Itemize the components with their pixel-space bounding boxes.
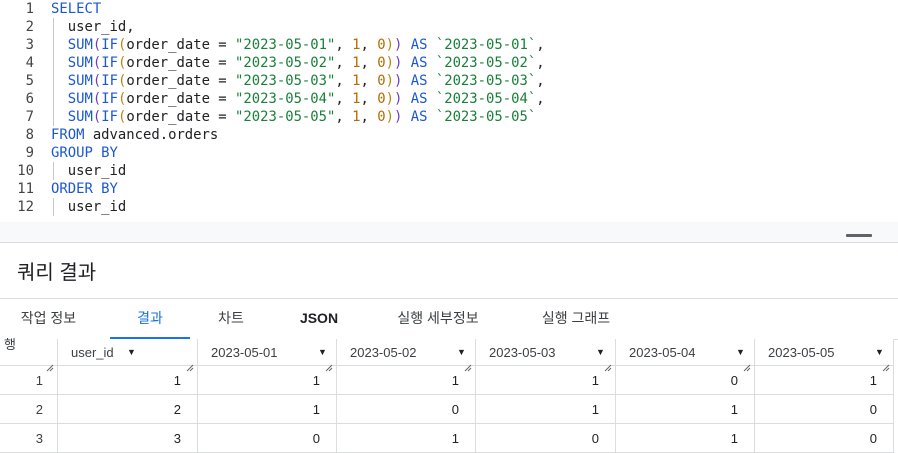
code-text: user_id, xyxy=(51,19,135,35)
row-number: 1 xyxy=(0,366,58,395)
line-number: 10 xyxy=(17,163,34,179)
table-cell[interactable]: 1 xyxy=(616,424,755,453)
code-text: user_id xyxy=(51,199,127,215)
column-header-label: 2023-05-03 xyxy=(489,345,556,360)
column-header[interactable]: 2023-05-04 ▼ xyxy=(616,339,755,372)
code-line[interactable]: 4 SUM(IF(order_date = "2023-05-02", 1, 0… xyxy=(0,54,898,72)
column-header-label: 2023-05-04 xyxy=(629,345,696,360)
code-text: SUM(IF(order_date = "2023-05-04", 1, 0))… xyxy=(67,91,545,107)
code-line[interactable]: 5 SUM(IF(order_date = "2023-05-03", 1, 0… xyxy=(0,72,898,90)
line-number: 7 xyxy=(25,109,34,125)
tab-execution-details[interactable]: 실행 세부정보 xyxy=(378,299,498,339)
table-row[interactable]: 2210110 xyxy=(0,395,898,424)
code-text: SUM(IF(order_date = "2023-05-03", 1, 0))… xyxy=(67,73,545,89)
column-header-label: 2023-05-02 xyxy=(350,345,417,360)
line-number: 6 xyxy=(25,91,34,107)
tab-label: 실행 세부정보 xyxy=(397,310,479,326)
line-number: 5 xyxy=(25,73,34,89)
tab-label: 작업 정보 xyxy=(20,310,77,326)
code-text: GROUP BY xyxy=(51,145,118,161)
code-line[interactable]: 2 user_id, xyxy=(0,18,898,36)
results-tabs: 작업 정보 결과 차트 JSON 실행 세부정보 실행 그래프 xyxy=(0,298,898,340)
column-header-label: 행 xyxy=(4,337,16,352)
code-line[interactable]: 9 GROUP BY xyxy=(0,144,898,162)
code-line[interactable]: 11 ORDER BY xyxy=(0,180,898,198)
code-line[interactable]: 7 SUM(IF(order_date = "2023-05-05", 1, 0… xyxy=(0,108,898,126)
column-header-label: 2023-05-01 xyxy=(211,345,278,360)
table-cell[interactable]: 1 xyxy=(337,366,476,395)
code-text: SUM(IF(order_date = "2023-05-01", 1, 0))… xyxy=(67,37,545,53)
column-header[interactable]: 2023-05-05 ▼ xyxy=(755,339,894,372)
code-line[interactable]: 8 FROM advanced.orders xyxy=(0,126,898,144)
table-cell[interactable]: 0 xyxy=(755,424,894,453)
code-line[interactable]: 12 user_id xyxy=(0,198,898,216)
table-cell[interactable]: 1 xyxy=(476,395,616,424)
code-line[interactable]: 3 SUM(IF(order_date = "2023-05-01", 1, 0… xyxy=(0,36,898,54)
line-number: 1 xyxy=(25,1,34,17)
column-header[interactable]: 2023-05-03 ▼ xyxy=(476,339,616,372)
tab-label: 차트 xyxy=(218,310,244,326)
tab-label: JSON xyxy=(299,310,339,326)
column-resize-icon[interactable] xyxy=(604,354,612,372)
code-text: SELECT xyxy=(51,1,102,17)
column-resize-icon[interactable] xyxy=(743,354,751,372)
line-number: 9 xyxy=(25,145,34,161)
drag-handle-icon[interactable] xyxy=(846,234,872,237)
code-text: FROM advanced.orders xyxy=(51,127,219,143)
column-header[interactable]: 2023-05-02 ▼ xyxy=(337,339,476,372)
table-cell[interactable]: 1 xyxy=(616,395,755,424)
table-cell[interactable]: 0 xyxy=(337,395,476,424)
table-cell[interactable]: 1 xyxy=(198,395,337,424)
code-text: SUM(IF(order_date = "2023-05-02", 1, 0))… xyxy=(67,55,545,71)
table-cell[interactable]: 1 xyxy=(755,366,894,395)
table-cell[interactable]: 0 xyxy=(616,366,755,395)
line-number: 11 xyxy=(17,181,34,197)
column-header-label: 2023-05-05 xyxy=(768,345,835,360)
tab-json[interactable]: JSON xyxy=(284,299,354,339)
table-cell[interactable]: 0 xyxy=(476,424,616,453)
table-cell[interactable]: 0 xyxy=(198,424,337,453)
pane-splitter[interactable] xyxy=(0,222,898,243)
line-number: 4 xyxy=(25,55,34,71)
tab-label: 실행 그래프 xyxy=(541,310,611,326)
code-line[interactable]: 1 SELECT xyxy=(0,0,898,18)
table-cell[interactable]: 1 xyxy=(198,366,337,395)
tab-chart[interactable]: 차트 xyxy=(200,299,262,339)
tab-label: 결과 xyxy=(137,310,163,326)
code-text: ORDER BY xyxy=(51,181,118,197)
code-line[interactable]: 6 SUM(IF(order_date = "2023-05-04", 1, 0… xyxy=(0,90,898,108)
table-cell[interactable]: 2 xyxy=(58,395,198,424)
column-header[interactable]: 2023-05-01 ▼ xyxy=(198,339,337,372)
column-header-label: user_id xyxy=(71,345,114,360)
tab-execution-graph[interactable]: 실행 그래프 xyxy=(521,299,631,339)
column-resize-icon[interactable] xyxy=(325,354,333,372)
column-resize-icon[interactable] xyxy=(186,354,194,372)
column-resize-icon[interactable] xyxy=(464,354,472,372)
table-cell[interactable]: 3 xyxy=(58,424,198,453)
code-line[interactable]: 10 user_id xyxy=(0,162,898,180)
table-row[interactable]: 3301010 xyxy=(0,424,898,453)
sort-dropdown-icon[interactable]: ▼ xyxy=(127,339,136,366)
results-title: 쿼리 결과 xyxy=(17,262,97,284)
table-cell[interactable]: 1 xyxy=(58,366,198,395)
column-resize-icon[interactable] xyxy=(882,354,890,372)
line-number: 8 xyxy=(25,127,34,143)
table-cell[interactable]: 1 xyxy=(337,424,476,453)
code-text: SUM(IF(order_date = "2023-05-05", 1, 0))… xyxy=(67,109,537,125)
row-number: 3 xyxy=(0,424,58,453)
code-text: user_id xyxy=(51,163,127,179)
sql-editor[interactable]: 1 SELECT 2 user_id, 3 SUM(IF(order_date = "… xyxy=(0,0,898,222)
row-number: 2 xyxy=(0,395,58,424)
tab-results[interactable]: 결과 xyxy=(110,299,190,340)
table-row[interactable]: 1111101 xyxy=(0,366,898,395)
line-number: 2 xyxy=(25,19,34,35)
table-cell[interactable]: 0 xyxy=(755,395,894,424)
line-number: 3 xyxy=(25,37,34,53)
column-resize-icon[interactable] xyxy=(46,354,54,372)
line-number: 12 xyxy=(17,199,34,215)
table-cell[interactable]: 1 xyxy=(476,366,616,395)
row-number-header[interactable]: 행 xyxy=(0,337,58,372)
column-header[interactable]: user_id ▼ xyxy=(58,339,198,372)
